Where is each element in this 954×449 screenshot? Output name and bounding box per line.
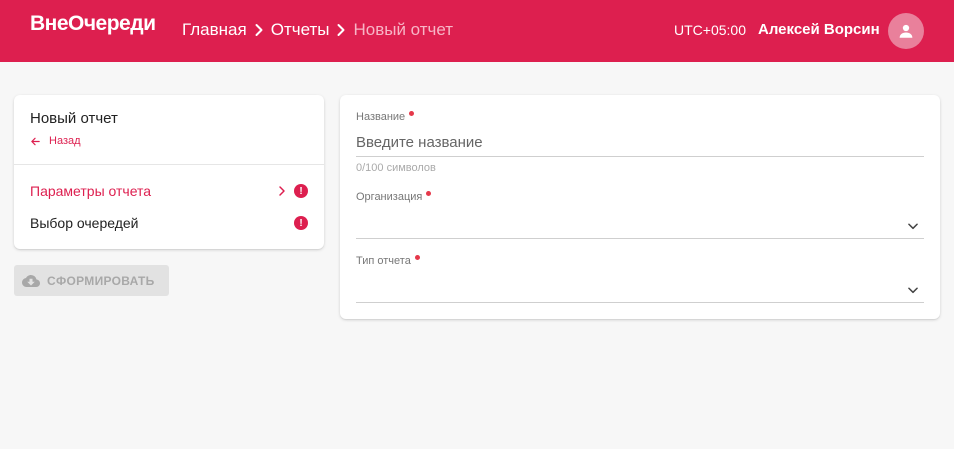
report-type-select[interactable] xyxy=(356,273,924,303)
breadcrumb: Главная Отчеты Новый отчет xyxy=(182,20,453,40)
step-report-parameters[interactable]: Параметры отчета ! xyxy=(30,180,308,202)
breadcrumb-reports[interactable]: Отчеты xyxy=(271,20,330,40)
back-label: Назад xyxy=(49,135,81,147)
report-parameters-form: Название 0/100 символов Организация Тип … xyxy=(340,95,940,319)
required-indicator xyxy=(409,111,415,116)
app-logo[interactable]: ВнеОчереди xyxy=(30,12,156,36)
organization-label-text: Организация xyxy=(356,191,423,203)
name-label-text: Название xyxy=(356,111,406,123)
name-char-counter: 0/100 символов xyxy=(356,162,436,174)
back-link[interactable]: Назад xyxy=(30,135,81,147)
arrow-left-icon xyxy=(31,137,40,145)
chevron-right-icon xyxy=(337,24,345,36)
error-icon: ! xyxy=(294,216,308,230)
step-label: Параметры отчета xyxy=(30,183,152,199)
required-indicator xyxy=(414,255,420,260)
name-input[interactable] xyxy=(356,129,924,157)
chevron-right-icon xyxy=(255,24,263,36)
breadcrumb-current: Новый отчет xyxy=(353,20,454,39)
error-icon: ! xyxy=(294,184,308,198)
step-label: Выбор очередей xyxy=(30,215,139,231)
report-type-field-label: Тип отчета xyxy=(356,255,420,267)
top-bar: ВнеОчереди Главная Отчеты Новый отчет UT… xyxy=(0,0,954,62)
chevron-down-icon xyxy=(908,223,918,230)
required-indicator xyxy=(426,191,432,196)
user-name[interactable]: Алексей Ворсин xyxy=(758,21,880,38)
avatar[interactable] xyxy=(888,13,924,49)
organization-select[interactable] xyxy=(356,209,924,239)
person-icon xyxy=(899,24,913,38)
cloud-download-icon xyxy=(22,274,40,287)
generate-button-label: СФОРМИРОВАТЬ xyxy=(47,273,155,288)
report-steps-panel: Новый отчет Назад Параметры отчета ! Выб… xyxy=(14,95,324,249)
chevron-down-icon xyxy=(908,287,918,294)
divider xyxy=(14,164,324,165)
name-field-label: Название xyxy=(356,111,415,123)
generate-report-button[interactable]: СФОРМИРОВАТЬ xyxy=(14,265,169,296)
panel-title: Новый отчет xyxy=(30,110,118,127)
step-queue-selection[interactable]: Выбор очередей ! xyxy=(30,212,308,234)
breadcrumb-home[interactable]: Главная xyxy=(182,20,247,40)
timezone-label[interactable]: UTC+05:00 xyxy=(674,22,746,38)
organization-field-label: Организация xyxy=(356,191,432,203)
chevron-right-icon xyxy=(279,186,285,196)
report-type-label-text: Тип отчета xyxy=(356,255,411,267)
